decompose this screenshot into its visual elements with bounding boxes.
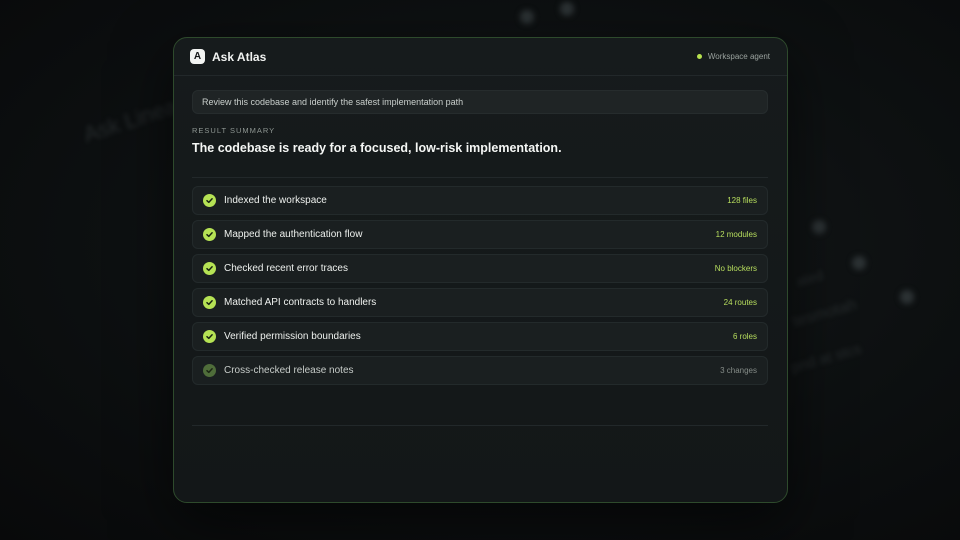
prompt-field[interactable]: Review this codebase and identify the sa… <box>192 90 768 114</box>
steps-list: Indexed the workspace 128 files Mapped t… <box>192 186 768 385</box>
panel-header: A Ask Atlas Workspace agent <box>174 38 787 76</box>
step-label: Checked recent error traces <box>224 263 348 274</box>
background-blur-dot <box>560 2 574 16</box>
step-label: Mapped the authentication flow <box>224 229 363 240</box>
prompt-text: Review this codebase and identify the sa… <box>202 97 464 107</box>
background-blur-dot <box>520 10 534 24</box>
workspace-agent-indicator: Workspace agent <box>696 52 770 61</box>
check-circle-icon <box>203 228 216 241</box>
step-item: Cross-checked release notes 3 changes <box>192 356 768 385</box>
background-blur-dot <box>812 220 826 234</box>
atlas-logo-icon: A <box>190 49 205 64</box>
step-item: Verified permission boundaries 6 roles <box>192 322 768 351</box>
check-circle-icon <box>203 262 216 275</box>
summary-title: The codebase is ready for a focused, low… <box>192 141 562 155</box>
status-dot-icon <box>696 54 702 59</box>
step-label: Cross-checked release notes <box>224 365 354 376</box>
step-label: Indexed the workspace <box>224 195 327 206</box>
background-blur-dot <box>900 290 914 304</box>
step-item: Mapped the authentication flow 12 module… <box>192 220 768 249</box>
step-meta: 24 routes <box>723 298 757 307</box>
background-blur-dot <box>852 256 866 270</box>
check-circle-icon <box>203 364 216 377</box>
step-meta: 12 modules <box>715 230 757 239</box>
ask-atlas-panel: A Ask Atlas Workspace agent Review this … <box>173 37 788 503</box>
step-label: Matched API contracts to handlers <box>224 297 377 308</box>
step-meta: No blockers <box>714 264 757 273</box>
agent-label: Workspace agent <box>707 52 770 61</box>
summary-label: RESULT SUMMARY <box>192 126 276 135</box>
step-item: Matched API contracts to handlers 24 rou… <box>192 288 768 317</box>
brand: A Ask Atlas <box>190 49 266 64</box>
divider <box>192 425 768 426</box>
step-item: Indexed the workspace 128 files <box>192 186 768 215</box>
step-meta: 6 roles <box>732 332 757 341</box>
check-circle-icon <box>203 296 216 309</box>
background-ghost-text: ated <box>794 266 825 290</box>
step-item: Checked recent error traces No blockers <box>192 254 768 283</box>
background-ghost-text: pnd at stcs <box>789 340 864 377</box>
check-circle-icon <box>203 330 216 343</box>
step-label: Verified permission boundaries <box>224 331 361 342</box>
app-title: Ask Atlas <box>212 49 267 64</box>
step-meta: 3 changes <box>720 366 757 375</box>
divider <box>192 177 768 178</box>
check-circle-icon <box>203 194 216 207</box>
step-meta: 128 files <box>727 196 757 205</box>
background-ghost-text: Ask Linea <box>80 93 180 148</box>
stage: Ask Linea ated tesmotah pnd at stcs A As… <box>0 0 960 540</box>
background-ghost-text: tesmotah <box>790 296 859 331</box>
